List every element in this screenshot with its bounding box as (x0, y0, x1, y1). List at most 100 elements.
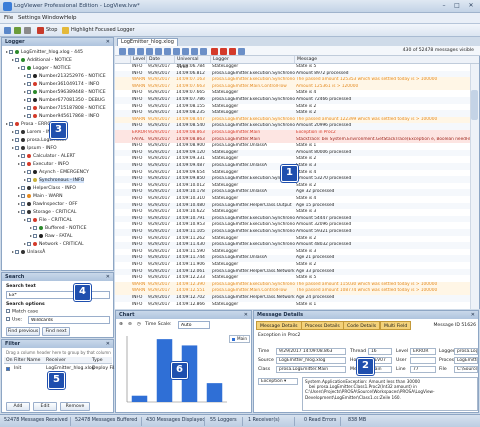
logger-tree-item[interactable]: ▸ Main - WARN (17, 192, 63, 199)
tab-log-file[interactable]: LogEmitter_hlog.xlog (117, 38, 178, 46)
logger-checkbox[interactable] (27, 169, 31, 174)
log-row[interactable]: INFO 9/29/2017 14:09:12.233 StateLogger Stat… (115, 275, 479, 282)
log-row[interactable]: INFO 9/29/2017 14:09:10.310 StateLogger Stat… (115, 196, 479, 203)
use-option[interactable]: Use: (6, 317, 22, 323)
filter-icon[interactable] (119, 48, 126, 55)
logger-tree-item[interactable]: ▸ HelperClass - INFO (17, 184, 76, 191)
log-row[interactable]: WARN 9/29/2017 14:09:12.390 prosa.LogEmitte… (115, 281, 479, 289)
logger-checkbox[interactable] (27, 241, 31, 246)
logger-checkbox[interactable] (27, 73, 31, 78)
logger-checkbox[interactable] (21, 185, 25, 190)
logger-checkbox[interactable] (15, 249, 19, 254)
logger-tree-item[interactable]: ▸ Synchronous - INFO (23, 176, 85, 183)
logger-tree-item[interactable]: ▸ Number213252976 - NOTICE (23, 72, 106, 79)
logger-tree-item[interactable]: ▸ Executor - INFO (17, 160, 69, 167)
close-icon[interactable]: ✕ (106, 340, 110, 348)
log-row[interactable]: WARN 9/29/2017 14:09:07.663 prosa.LogEmitte… (115, 83, 479, 91)
log-row[interactable]: INFO 9/29/2017 14:09:08.235 StateLogger Stat… (115, 110, 479, 117)
logger-checkbox[interactable] (33, 225, 37, 230)
logger-tree-item[interactable]: ▸ Number945617868 - INFO (23, 112, 99, 119)
logger-checkbox[interactable] (15, 57, 19, 62)
logger-checkbox[interactable] (27, 89, 31, 94)
log-row[interactable]: INFO 9/29/2017 14:09:10.178 prosa.LogEmitte… (115, 189, 479, 196)
log-row[interactable]: INFO 9/29/2017 14:09:07.786 prosa.LogEmitte… (115, 97, 479, 104)
logger-tree-item[interactable]: ▸ UnlassÂ (11, 248, 45, 255)
logger-checkbox[interactable] (27, 217, 31, 222)
use-select[interactable] (28, 316, 110, 324)
log-row[interactable]: INFO 9/29/2017 14:09:11.744 prosa.LogEmitte… (115, 255, 479, 262)
logger-tree-item[interactable]: ▸ Buffered - NOTICE (29, 224, 87, 231)
logger-checkbox[interactable] (15, 137, 19, 142)
log-row[interactable]: WARN 9/29/2017 14:09:08.447 prosa.LogEmitte… (115, 116, 479, 124)
logger-tree-item[interactable]: ▸ Number361049174 - INFO (23, 80, 99, 87)
logger-tree-item[interactable]: ▸ Logger - NOTICE (17, 64, 71, 71)
close-icon[interactable]: ✕ (106, 38, 110, 46)
logger-tree-item[interactable]: ▸ Additional - NOTICE (11, 56, 72, 63)
close-icon[interactable]: ✕ (106, 273, 110, 281)
logger-checkbox[interactable] (21, 161, 25, 166)
logger-checkbox[interactable] (21, 65, 25, 70)
add-filter-button[interactable]: Add (6, 402, 30, 411)
col-header-level-text[interactable]: Level (131, 56, 147, 64)
logger-checkbox[interactable] (21, 153, 25, 158)
time-scale-select[interactable] (178, 321, 210, 329)
log-row[interactable]: INFO 9/29/2017 14:09:10.791 prosa.LogEmitte… (115, 215, 479, 223)
log-row[interactable]: INFO 9/29/2017 14:09:10.480 prosa.LogEmitte… (115, 202, 479, 210)
logger-checkbox[interactable] (15, 129, 19, 134)
col-header-date[interactable]: Date (147, 56, 175, 64)
save-icon[interactable] (14, 27, 21, 34)
find-previous-button[interactable]: Find previous (6, 327, 40, 336)
col-receiver[interactable]: Receiver (46, 358, 66, 363)
logger-tree-item[interactable]: ▸ Ipsum - INFO (11, 144, 57, 151)
edit-filter-button[interactable]: Edit (33, 402, 57, 411)
bookmark-icon[interactable] (137, 48, 144, 55)
print-icon[interactable] (173, 48, 180, 55)
log-row[interactable]: INFO 9/29/2017 14:09:07.665 StateLogger Stat… (115, 90, 479, 97)
logger-checkbox[interactable] (27, 105, 31, 110)
log-row[interactable]: INFO 9/29/2017 14:09:12.866 StateLogger Stat… (115, 302, 479, 309)
log-row[interactable]: WARN 9/29/2017 14:09:07.163 prosa.LogEmitte… (115, 77, 479, 84)
logger-checkbox[interactable] (15, 145, 19, 150)
log-row[interactable]: FATAL 9/29/2017 14:09:08.863 prosa.LogEmitt… (115, 136, 479, 144)
log-row[interactable]: INFO 9/29/2017 14:09:12.702 prosa.LogEmitte… (115, 295, 479, 302)
goto-icon[interactable] (146, 48, 153, 55)
log-row[interactable]: INFO 9/29/2017 14:09:06.812 prosa.LogEmitte… (115, 70, 479, 78)
log-row[interactable]: INFO 9/29/2017 14:09:10.622 StateLogger Stat… (115, 209, 479, 216)
logger-tree-item[interactable]: ▸ RawInspector - OFF (17, 200, 78, 207)
stop-icon[interactable] (37, 27, 44, 34)
match-case-checkbox[interactable] (6, 309, 10, 313)
logger-tree-item[interactable]: ▸ Network - CRITICAL (23, 240, 84, 247)
log-row[interactable]: INFO 9/29/2017 14:09:10.012 StateLogger Stat… (115, 183, 479, 190)
log-row[interactable]: INFO 9/29/2017 14:09:10.953 prosa.LogEmitte… (115, 222, 479, 229)
log-row[interactable]: INFO 9/29/2017 14:09:12.061 prosa.LogEmitte… (115, 268, 479, 276)
copy-icon[interactable] (182, 48, 189, 55)
log-row[interactable]: INFO 9/29/2017 14:09:06.784 StateLogger Stat… (115, 64, 479, 71)
highlight-focused-logger-button[interactable]: Highlight Focused Logger (71, 26, 135, 35)
logger-tree-item[interactable]: ▸ Raw - FATAL (29, 232, 72, 239)
logger-checkbox[interactable] (9, 49, 13, 54)
clear-icon[interactable] (211, 48, 218, 55)
close-window-button[interactable]: ✕ (465, 2, 477, 10)
log-row[interactable]: INFO 9/29/2017 14:09:11.105 prosa.LogEmitte… (115, 229, 479, 236)
log-row[interactable]: INFO 9/29/2017 14:09:09.331 StateLogger Stat… (115, 156, 479, 163)
find-next-button[interactable]: Find next (42, 327, 70, 336)
log-row[interactable]: ERROR 9/29/2017 14:09:08.863 prosa.LogEmitt… (115, 130, 479, 137)
highlight-icon[interactable] (238, 48, 245, 55)
col-on[interactable]: On (6, 358, 13, 363)
filter-on-checkbox[interactable] (6, 367, 10, 371)
close-icon[interactable]: ✕ (244, 311, 248, 319)
settings-icon[interactable] (24, 27, 31, 34)
menu-help[interactable]: Help (64, 15, 77, 21)
logger-tree-item[interactable]: ▸ LogEmitter_hlog.xlog - 445 (5, 48, 83, 55)
use-checkbox[interactable] (6, 317, 10, 321)
col-type[interactable]: Type (92, 358, 103, 363)
logger-tree-item[interactable]: ▸ Prosa - ERROR (5, 120, 54, 127)
open-icon[interactable] (4, 27, 11, 34)
log-row[interactable]: INFO 9/29/2017 14:09:09.120 StateLogger Amou… (115, 149, 479, 157)
search-input[interactable] (6, 291, 110, 299)
logger-checkbox[interactable] (27, 97, 31, 102)
log-row[interactable]: INFO 9/29/2017 14:09:11.906 StateLogger Stat… (115, 262, 479, 269)
tab-multi-field[interactable]: Multi Field (380, 321, 412, 330)
zoom-out-icon[interactable]: ⊖ (128, 322, 132, 327)
menu-file[interactable]: File (4, 15, 13, 21)
